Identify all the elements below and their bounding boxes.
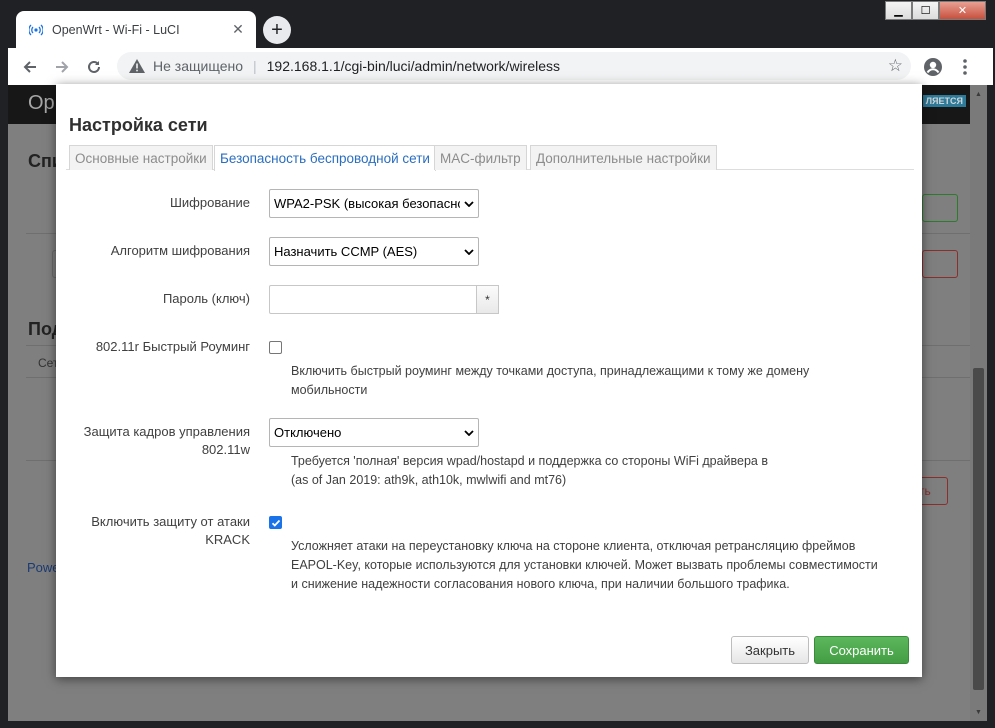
close-icon[interactable]: ✕ xyxy=(228,20,248,40)
wifi-icon xyxy=(28,22,44,38)
reload-icon xyxy=(88,60,100,73)
kebab-menu-icon xyxy=(963,59,967,75)
browser-toolbar: Не защищено | 192.168.1.1/cgi-bin/luci/a… xyxy=(8,48,993,85)
label-line: KRACK xyxy=(205,532,250,547)
fast-roaming-description: Включить быстрый роуминг между точками д… xyxy=(291,362,809,400)
maximize-icon: ☐ xyxy=(920,5,931,17)
star-icon[interactable]: ☆ xyxy=(888,56,903,76)
close-icon: ✕ xyxy=(957,5,968,17)
description-line: и снижение надежности согласования новог… xyxy=(291,577,790,591)
reload-button[interactable] xyxy=(81,54,107,80)
action-button[interactable]: ть xyxy=(918,477,948,505)
tab-bar: Основные настройки Безопасность беспрово… xyxy=(66,145,914,171)
browser-menu-button[interactable] xyxy=(952,54,978,80)
label-line: 802.11w xyxy=(201,442,250,457)
tab-title: OpenWrt - Wi-Fi - LuCI xyxy=(52,22,180,37)
save-button[interactable]: Сохранить xyxy=(814,636,909,664)
scrollbar-thumb[interactable] xyxy=(973,368,984,690)
mgmt-protection-select[interactable]: Отключено xyxy=(269,418,479,447)
window-close-button[interactable]: ✕ xyxy=(939,1,986,20)
page-logo[interactable]: Op xyxy=(28,92,55,115)
key-label: Пароль (ключ) xyxy=(162,291,250,306)
label-line: Защита кадров управления xyxy=(83,424,250,439)
new-tab-button[interactable]: + xyxy=(263,16,291,44)
minimize-icon: ▁ xyxy=(894,5,903,17)
description-line: Усложняет атаки на переустановку ключа н… xyxy=(291,539,856,553)
encryption-value: WPA2-PSK (высокая безопасность) xyxy=(274,196,460,211)
warning-icon xyxy=(125,59,149,73)
footer-link[interactable]: Powe xyxy=(27,560,60,575)
description-line: EAPOL-Key, которые используются для уста… xyxy=(291,558,878,572)
fast-roaming-checkbox[interactable] xyxy=(269,341,282,354)
checkmark-icon xyxy=(271,519,280,527)
fast-roaming-label: 802.11r Быстрый Роуминг xyxy=(95,339,250,354)
close-button[interactable]: Закрыть xyxy=(731,636,809,664)
security-status[interactable]: Не защищено xyxy=(153,58,243,74)
forward-arrow-icon xyxy=(56,61,69,73)
tab-wireless-security[interactable]: Безопасность беспроводной сети xyxy=(214,145,436,171)
back-button[interactable] xyxy=(17,54,43,80)
add-button[interactable] xyxy=(922,194,958,222)
key-input[interactable] xyxy=(269,285,477,314)
description-line: Включить быстрый роуминг между точками д… xyxy=(291,364,810,378)
tab-general[interactable]: Основные настройки xyxy=(69,145,213,170)
krack-label: Включить защиту от атаки KRACK xyxy=(91,513,250,549)
modal-title: Настройка сети xyxy=(69,115,208,135)
minimize-button[interactable]: ▁ xyxy=(885,1,912,20)
description-line: мобильности xyxy=(291,383,368,397)
cipher-value: Назначить CCMP (AES) xyxy=(274,244,418,259)
description-line: Требуется 'полная' версия wpad/hostapd и… xyxy=(291,454,769,468)
label-line: Включить защиту от атаки xyxy=(91,514,250,529)
krack-checkbox[interactable] xyxy=(269,516,282,529)
account-icon xyxy=(924,58,942,76)
browser-tab[interactable]: OpenWrt - Wi-Fi - LuCI ✕ xyxy=(16,11,256,48)
tab-advanced[interactable]: Дополнительные настройки xyxy=(530,145,717,170)
browser-titlebar: OpenWrt - Wi-Fi - LuCI ✕ + ▁ ☐ ✕ xyxy=(0,0,995,48)
status-badge: ЛЯЕТСЯ xyxy=(922,95,966,107)
url-text[interactable]: 192.168.1.1/cgi-bin/luci/admin/network/w… xyxy=(267,58,560,74)
account-button[interactable] xyxy=(920,54,946,80)
forward-button[interactable] xyxy=(49,54,75,80)
scroll-up-icon[interactable]: ▲ xyxy=(970,86,987,102)
mgmt-protection-description: Требуется 'полная' версия wpad/hostapd и… xyxy=(291,452,768,490)
tab-mac-filter[interactable]: MAC-фильтр xyxy=(434,145,527,170)
chevron-down-icon xyxy=(460,248,478,255)
network-settings-modal: Настройка сети Основные настройки Безопа… xyxy=(56,84,922,677)
krack-description: Усложняет атаки на переустановку ключа н… xyxy=(291,537,878,594)
scroll-down-icon[interactable]: ▼ xyxy=(970,704,987,720)
encryption-label: Шифрование xyxy=(170,195,250,210)
address-bar[interactable]: Не защищено | 192.168.1.1/cgi-bin/luci/a… xyxy=(117,52,911,80)
cipher-select[interactable]: Назначить CCMP (AES) xyxy=(269,237,479,266)
maximize-button[interactable]: ☐ xyxy=(912,1,939,20)
chevron-down-icon xyxy=(460,200,478,207)
remove-button[interactable] xyxy=(922,250,958,278)
mgmt-protection-label: Защита кадров управления 802.11w xyxy=(84,423,250,459)
chevron-down-icon xyxy=(460,429,478,436)
plus-icon: + xyxy=(271,19,283,41)
encryption-select[interactable]: WPA2-PSK (высокая безопасность) xyxy=(269,189,479,218)
cipher-label: Алгоритм шифрования xyxy=(110,243,250,258)
back-arrow-icon xyxy=(23,61,36,73)
mgmt-protection-value: Отключено xyxy=(274,425,342,440)
separator: | xyxy=(253,58,257,74)
reveal-password-button[interactable]: * xyxy=(476,285,499,314)
description-line: (as of Jan 2019: ath9k, ath10k, mwlwifi … xyxy=(291,473,567,487)
